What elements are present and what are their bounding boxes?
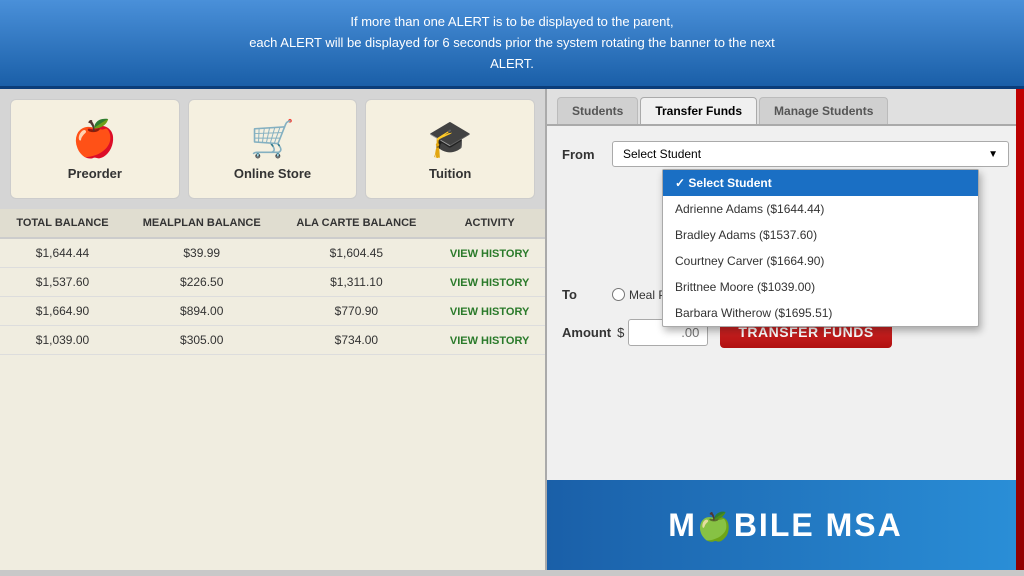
tiles-row: 🍎 Preorder 🛒 Online Store 🎓 Tuition bbox=[0, 89, 545, 209]
cell-mealplan: $894.00 bbox=[125, 297, 279, 326]
cell-total: $1,664.90 bbox=[0, 297, 125, 326]
dollar-sign: $ bbox=[617, 325, 624, 340]
online-store-label: Online Store bbox=[234, 166, 311, 181]
tile-tuition[interactable]: 🎓 Tuition bbox=[365, 99, 535, 199]
cell-mealplan: $39.99 bbox=[125, 238, 279, 268]
dropdown-option-4[interactable]: Brittnee Moore ($1039.00) bbox=[663, 274, 978, 300]
col-total-balance: TOTAL BALANCE bbox=[0, 209, 125, 238]
left-panel: 🍎 Preorder 🛒 Online Store 🎓 Tuition TOTA… bbox=[0, 89, 545, 570]
preorder-label: Preorder bbox=[68, 166, 122, 181]
cell-total: $1,644.44 bbox=[0, 238, 125, 268]
msa-apple-icon: 🍏 bbox=[697, 511, 734, 542]
dropdown-arrow-icon: ▼ bbox=[988, 149, 998, 160]
cell-alacarte: $1,604.45 bbox=[278, 238, 434, 268]
table-row: $1,039.00 $305.00 $734.00 VIEW HISTORY bbox=[0, 326, 545, 355]
cell-activity[interactable]: VIEW HISTORY bbox=[434, 297, 545, 326]
meal-plan-radio[interactable] bbox=[612, 288, 625, 301]
tab-transfer-funds[interactable]: Transfer Funds bbox=[640, 97, 757, 124]
balance-section: TOTAL BALANCE MEALPLAN BALANCE ALA CARTE… bbox=[0, 209, 545, 570]
to-label: To bbox=[562, 287, 612, 302]
view-history-link[interactable]: VIEW HISTORY bbox=[450, 306, 529, 318]
alert-line1: If more than one ALERT is to be displaye… bbox=[20, 12, 1004, 33]
dropdown-option-0[interactable]: Select Student bbox=[663, 170, 978, 196]
cell-mealplan: $226.50 bbox=[125, 268, 279, 297]
view-history-link[interactable]: VIEW HISTORY bbox=[450, 248, 529, 260]
alert-banner: If more than one ALERT is to be displaye… bbox=[0, 0, 1024, 89]
apple-icon: 🍎 bbox=[72, 118, 117, 160]
view-history-link[interactable]: VIEW HISTORY bbox=[450, 277, 529, 289]
dropdown-option-2[interactable]: Bradley Adams ($1537.60) bbox=[663, 222, 978, 248]
graduation-icon: 🎓 bbox=[428, 118, 473, 160]
from-dropdown-list: Select Student Adrienne Adams ($1644.44)… bbox=[662, 169, 979, 327]
balance-table: TOTAL BALANCE MEALPLAN BALANCE ALA CARTE… bbox=[0, 209, 545, 355]
cell-alacarte: $770.90 bbox=[278, 297, 434, 326]
from-label: From bbox=[562, 147, 612, 162]
col-activity: ACTIVITY bbox=[434, 209, 545, 238]
table-row: $1,664.90 $894.00 $770.90 VIEW HISTORY bbox=[0, 297, 545, 326]
dropdown-option-1[interactable]: Adrienne Adams ($1644.44) bbox=[663, 196, 978, 222]
dropdown-option-3[interactable]: Courtney Carver ($1664.90) bbox=[663, 248, 978, 274]
cell-mealplan: $305.00 bbox=[125, 326, 279, 355]
col-mealplan-balance: MEALPLAN BALANCE bbox=[125, 209, 279, 238]
cell-activity[interactable]: VIEW HISTORY bbox=[434, 238, 545, 268]
from-row: From Select Student ▼ Select Student Adr… bbox=[562, 141, 1009, 167]
cell-alacarte: $1,311.10 bbox=[278, 268, 434, 297]
cart-icon: 🛒 bbox=[250, 118, 295, 160]
mobile-msa-banner: M🍏BILE MSA bbox=[547, 480, 1024, 570]
tab-manage-students[interactable]: Manage Students bbox=[759, 97, 888, 124]
cell-activity[interactable]: VIEW HISTORY bbox=[434, 326, 545, 355]
alert-line3: ALERT. bbox=[20, 54, 1004, 75]
cell-alacarte: $734.00 bbox=[278, 326, 434, 355]
table-row: $1,644.44 $39.99 $1,604.45 VIEW HISTORY bbox=[0, 238, 545, 268]
alert-line2: each ALERT will be displayed for 6 secon… bbox=[20, 33, 1004, 54]
amount-label: Amount bbox=[562, 325, 611, 340]
table-row: $1,537.60 $226.50 $1,311.10 VIEW HISTORY bbox=[0, 268, 545, 297]
transfer-form: From Select Student ▼ Select Student Adr… bbox=[547, 126, 1024, 480]
cell-activity[interactable]: VIEW HISTORY bbox=[434, 268, 545, 297]
col-alacarte-balance: ALA CARTE BALANCE bbox=[278, 209, 434, 238]
dropdown-option-5[interactable]: Barbara Witherow ($1695.51) bbox=[663, 300, 978, 326]
cell-total: $1,537.60 bbox=[0, 268, 125, 297]
view-history-link[interactable]: VIEW HISTORY bbox=[450, 335, 529, 347]
tuition-label: Tuition bbox=[429, 166, 471, 181]
main-content: 🍎 Preorder 🛒 Online Store 🎓 Tuition TOTA… bbox=[0, 89, 1024, 570]
from-selected-value: Select Student bbox=[623, 147, 701, 161]
right-panel: Students Transfer Funds Manage Students … bbox=[545, 89, 1024, 570]
tab-students[interactable]: Students bbox=[557, 97, 638, 124]
cell-total: $1,039.00 bbox=[0, 326, 125, 355]
right-side-border bbox=[1016, 89, 1024, 570]
tabs-container: Students Transfer Funds Manage Students bbox=[547, 89, 1024, 126]
tile-online-store[interactable]: 🛒 Online Store bbox=[188, 99, 358, 199]
tile-preorder[interactable]: 🍎 Preorder bbox=[10, 99, 180, 199]
mobile-msa-text: M🍏BILE MSA bbox=[668, 507, 902, 544]
from-dropdown-trigger[interactable]: Select Student ▼ bbox=[612, 141, 1009, 167]
